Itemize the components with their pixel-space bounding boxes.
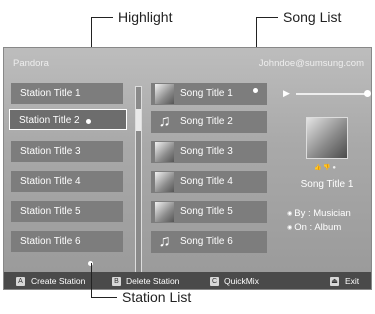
station-list-callout: Station List [122,289,192,305]
now-playing-album-art [306,117,348,159]
progress-knob[interactable] [364,90,371,97]
song-label: Song Title 4 [180,176,233,187]
play-icon: ▶ [283,88,290,98]
a-key-icon: A [16,277,25,286]
options-icon[interactable]: ● [332,165,336,171]
exit-button[interactable]: Exit [345,272,359,289]
album-label: On : Album [294,222,342,233]
create-station-button[interactable]: Create Station [31,272,85,289]
scrollbar-thumb[interactable] [136,109,141,131]
artist-label: By : Musician [294,208,351,219]
account-email: Johndoe@sumsung.com [258,58,364,69]
station-label: Station Title 2 [19,115,80,126]
station-label: Station Title 6 [20,236,81,247]
now-playing-title: Song Title 1 [300,179,354,190]
album-art-icon [155,142,174,162]
station-label: Station Title 4 [20,176,81,187]
c-key-icon: C [210,277,219,286]
rating-icons: 👍 👎 ● [314,164,336,171]
thumbs-up-icon[interactable]: 👍 [314,165,321,171]
album-art-icon [155,172,174,192]
song-label: Song Title 3 [180,146,233,157]
now-playing-album: ◉ On : Album [287,222,341,233]
highlight-callout: Highlight [118,9,173,25]
station-label: Station Title 3 [20,146,81,157]
song-label: Song Title 5 [180,206,233,217]
station-item-3[interactable]: Station Title 3 [11,141,123,162]
station-item-5[interactable]: Station Title 5 [11,201,123,222]
album-art-icon [155,84,174,104]
station-scrollbar[interactable] [135,86,142,280]
song-item-5[interactable]: Song Title 5 [151,201,267,223]
bullet-icon: ◉ [287,211,293,217]
exit-icon: ⏏ [330,277,339,286]
song-item-1[interactable]: Song Title 1 [151,83,267,105]
app-title: Pandora [13,58,49,69]
thumbs-down-icon[interactable]: 👎 [323,165,330,171]
pandora-screen: Pandora Johndoe@sumsung.com Station Titl… [3,47,372,290]
bullet-icon: ◉ [287,225,293,231]
song-label: Song Title 1 [180,88,233,99]
station-item-2[interactable]: Station Title 2 [9,109,127,130]
quickmix-button[interactable]: QuickMix [224,272,259,289]
delete-station-button[interactable]: Delete Station [126,272,179,289]
now-playing-artist: ◉ By : Musician [287,208,351,219]
station-item-6[interactable]: Station Title 6 [11,231,123,252]
station-item-1[interactable]: Station Title 1 [11,83,123,104]
song-list-callout-line-h [256,17,278,18]
music-note-icon: ♫ [158,233,171,250]
station-list-callout-line-v [91,263,92,298]
station-label: Station Title 5 [20,206,81,217]
highlight-callout-line-h [91,17,113,18]
station-list-callout-line-h [91,297,117,298]
song-list-callout: Song List [283,9,342,25]
screen-header: Pandora Johndoe@sumsung.com [4,48,371,74]
song-item-3[interactable]: Song Title 3 [151,141,267,163]
song-label: Song Title 2 [180,116,233,127]
station-label: Station Title 1 [20,88,81,99]
footer-bar: A Create Station B Delete Station C Quic… [4,272,371,289]
b-key-icon: B [112,277,121,286]
song-item-4[interactable]: Song Title 4 [151,171,267,193]
song-list-marker-dot [253,88,258,93]
highlight-marker-dot [86,119,91,124]
album-art-icon [155,202,174,222]
song-label: Song Title 6 [180,236,233,247]
song-item-6[interactable]: ♫ Song Title 6 [151,231,267,253]
progress-bar[interactable] [296,93,366,95]
station-item-4[interactable]: Station Title 4 [11,171,123,192]
music-note-icon: ♫ [158,113,171,130]
song-item-2[interactable]: ♫ Song Title 2 [151,111,267,133]
